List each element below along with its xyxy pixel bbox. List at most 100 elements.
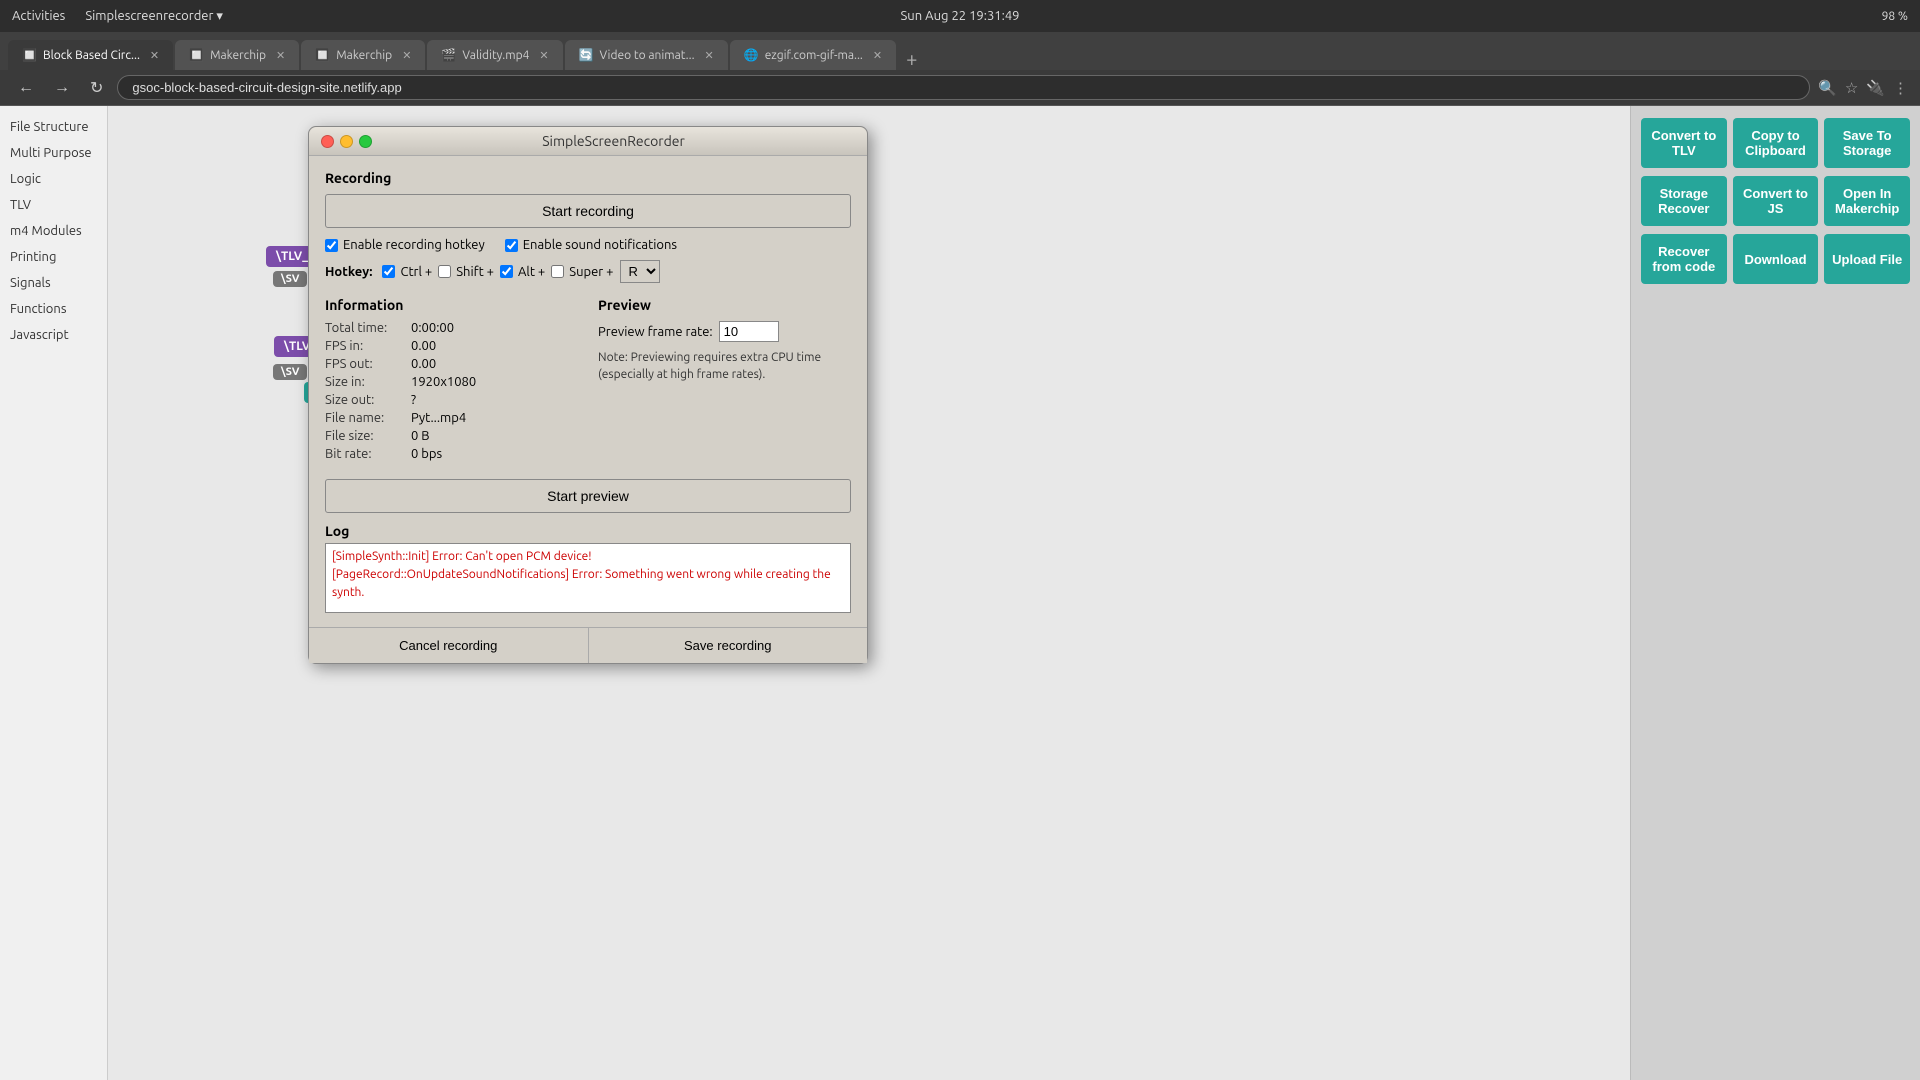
app-menu-label[interactable]: Simplescreenrecorder ▾ [85, 9, 223, 24]
info-row-2: FPS out: 0.00 [325, 357, 578, 371]
hotkey-key-select[interactable]: R S T [620, 260, 660, 283]
sidebar: File Structure Multi Purpose Logic TLV m… [0, 106, 108, 1080]
shift-checkbox-label[interactable]: Shift + [438, 265, 494, 279]
storage-recover-button[interactable]: Storage Recover [1641, 176, 1727, 226]
activities-label[interactable]: Activities [12, 9, 65, 23]
enable-hotkey-checkbox[interactable] [325, 239, 338, 252]
browser-tabbar: 🔲 Block Based Circ... ✕ 🔲 Makerchip ✕ 🔲 … [0, 32, 1920, 70]
tab-favicon-1: 🔲 [189, 48, 204, 62]
save-recording-button[interactable]: Save recording [589, 628, 868, 663]
preview-fps-label: Preview frame rate: [598, 325, 713, 339]
bottom-button-row: Cancel recording Save recording [309, 627, 867, 663]
tab-label-4: Video to animat... [600, 49, 695, 62]
enable-sound-checkbox[interactable] [505, 239, 518, 252]
close-button[interactable] [321, 135, 334, 148]
extensions-icon[interactable]: 🔌 [1866, 79, 1885, 97]
address-input[interactable] [117, 75, 1810, 100]
tab-2[interactable]: 🔲 Makerchip ✕ [301, 40, 425, 70]
sidebar-item-javascript[interactable]: Javascript [0, 322, 107, 348]
info-row-4: Size out: ? [325, 393, 578, 407]
tab-label-2: Makerchip [336, 49, 392, 62]
hotkey-label: Hotkey: [325, 265, 372, 279]
minimize-button[interactable] [340, 135, 353, 148]
checkbox-row: Enable recording hotkey Enable sound not… [325, 238, 851, 252]
copy-to-clipboard-button[interactable]: Copy to Clipboard [1733, 118, 1819, 168]
tab-favicon-3: 🎬 [441, 48, 456, 62]
datetime-label: Sun Aug 22 19:31:49 [901, 9, 1020, 23]
sidebar-item-tlv[interactable]: TLV [0, 192, 107, 218]
sidebar-item-logic[interactable]: Logic [0, 166, 107, 192]
log-text: [SimpleSynth::Init] Error: Can't open PC… [332, 550, 831, 599]
tab-close-3[interactable]: ✕ [539, 49, 548, 62]
search-icon[interactable]: 🔍 [1818, 79, 1837, 97]
preview-fps-input[interactable] [719, 321, 779, 342]
alt-checkbox[interactable] [500, 265, 513, 278]
ssr-titlebar: SimpleScreenRecorder [309, 127, 867, 156]
tab-close-4[interactable]: ✕ [705, 49, 714, 62]
recover-from-code-button[interactable]: Recover from code [1641, 234, 1727, 284]
start-recording-button[interactable]: Start recording [325, 194, 851, 228]
convert-to-tlv-button[interactable]: Convert to TLV [1641, 118, 1727, 168]
address-bar-row: ← → ↻ 🔍 ☆ 🔌 ⋮ [0, 70, 1920, 106]
convert-to-js-button[interactable]: Convert to JS [1733, 176, 1819, 226]
tab-label-1: Makerchip [210, 49, 266, 62]
system-topbar: Activities Simplescreenrecorder ▾ Sun Au… [0, 0, 1920, 32]
tab-favicon-4: 🔄 [579, 48, 594, 62]
preview-column: Preview Preview frame rate: Note: Previe… [598, 297, 851, 465]
upload-file-button[interactable]: Upload File [1824, 234, 1910, 284]
log-section-title: Log [325, 523, 851, 539]
tab-label-3: Validity.mp4 [462, 49, 529, 62]
log-box[interactable]: [SimpleSynth::Init] Error: Can't open PC… [325, 543, 851, 613]
preview-note: Note: Previewing requires extra CPU time… [598, 350, 851, 384]
alt-checkbox-label[interactable]: Alt + [500, 265, 545, 279]
tab-1[interactable]: 🔲 Makerchip ✕ [175, 40, 299, 70]
tab-close-2[interactable]: ✕ [402, 49, 411, 62]
forward-button[interactable]: → [48, 77, 76, 99]
bookmark-icon[interactable]: ☆ [1845, 79, 1858, 97]
preview-section-title: Preview [598, 297, 851, 313]
maximize-button[interactable] [359, 135, 372, 148]
back-button[interactable]: ← [12, 77, 40, 99]
enable-hotkey-checkbox-label[interactable]: Enable recording hotkey [325, 238, 485, 252]
sidebar-item-printing[interactable]: Printing [0, 244, 107, 270]
cancel-recording-button[interactable]: Cancel recording [309, 628, 589, 663]
info-section-title: Information [325, 297, 578, 313]
right-panel-row-1: Convert to TLV Copy to Clipboard Save To… [1641, 118, 1910, 168]
sidebar-item-m4-modules[interactable]: m4 Modules [0, 218, 107, 244]
new-tab-button[interactable]: + [898, 47, 925, 70]
sidebar-item-file-structure[interactable]: File Structure [0, 114, 107, 140]
canvas-area[interactable]: \TLV_version \SV m4_makerchip_module \TL… [108, 106, 1630, 1080]
tab-close-1[interactable]: ✕ [276, 49, 285, 62]
log-section: Log [SimpleSynth::Init] Error: Can't ope… [325, 523, 851, 613]
block-sv1[interactable]: \SV [273, 271, 307, 287]
download-button[interactable]: Download [1733, 234, 1819, 284]
ctrl-checkbox-label[interactable]: Ctrl + [382, 265, 432, 279]
start-preview-button[interactable]: Start preview [325, 479, 851, 513]
menu-icon[interactable]: ⋮ [1893, 79, 1908, 97]
tab-5[interactable]: 🌐 ezgif.com-gif-ma... ✕ [730, 40, 896, 70]
info-row-1: FPS in: 0.00 [325, 339, 578, 353]
open-in-makerchip-button[interactable]: Open In Makerchip [1824, 176, 1910, 226]
recording-section-title: Recording [325, 170, 851, 186]
shift-checkbox[interactable] [438, 265, 451, 278]
super-checkbox-label[interactable]: Super + [551, 265, 613, 279]
enable-sound-checkbox-label[interactable]: Enable sound notifications [505, 238, 677, 252]
tab-0[interactable]: 🔲 Block Based Circ... ✕ [8, 40, 173, 70]
sidebar-item-multi-purpose[interactable]: Multi Purpose [0, 140, 107, 166]
sidebar-item-functions[interactable]: Functions [0, 296, 107, 322]
tab-close-0[interactable]: ✕ [150, 49, 159, 62]
reload-button[interactable]: ↻ [84, 76, 109, 100]
super-checkbox[interactable] [551, 265, 564, 278]
ctrl-checkbox[interactable] [382, 265, 395, 278]
tabs-container: 🔲 Block Based Circ... ✕ 🔲 Makerchip ✕ 🔲 … [8, 32, 925, 70]
tab-label-0: Block Based Circ... [43, 49, 140, 62]
info-row-3: Size in: 1920x1080 [325, 375, 578, 389]
tab-3[interactable]: 🎬 Validity.mp4 ✕ [427, 40, 562, 70]
sidebar-item-signals[interactable]: Signals [0, 270, 107, 296]
tab-favicon-0: 🔲 [22, 48, 37, 62]
tab-close-5[interactable]: ✕ [873, 49, 882, 62]
block-sv2[interactable]: \SV [273, 364, 307, 380]
save-to-storage-button[interactable]: Save To Storage [1824, 118, 1910, 168]
right-panel: Convert to TLV Copy to Clipboard Save To… [1630, 106, 1920, 1080]
tab-4[interactable]: 🔄 Video to animat... ✕ [565, 40, 728, 70]
